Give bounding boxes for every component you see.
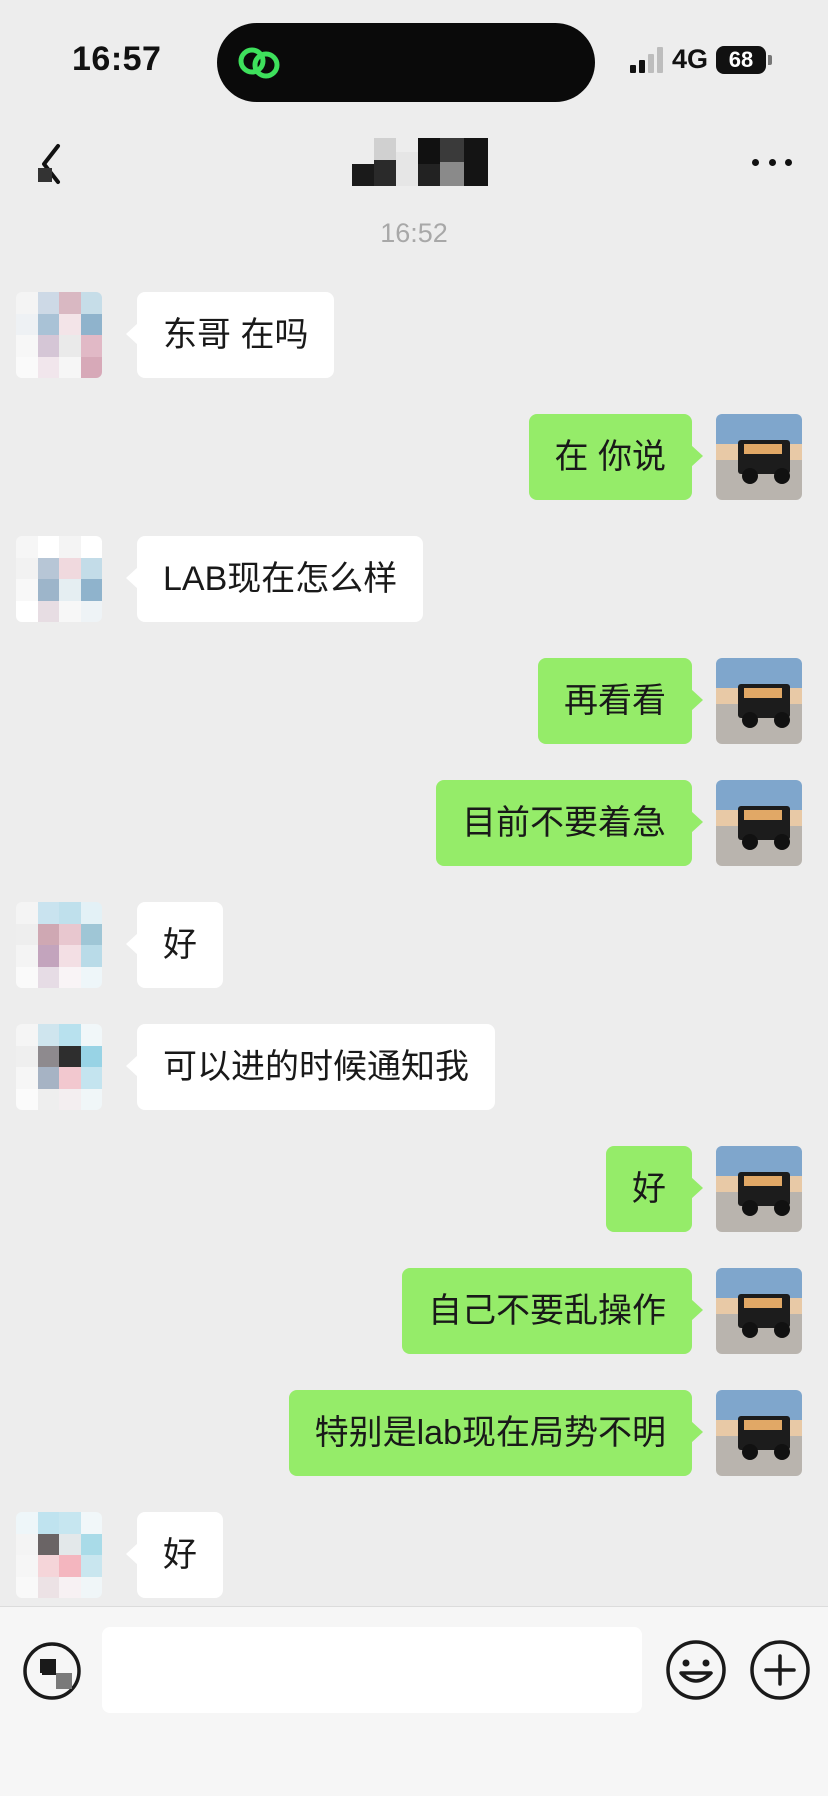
message-row: 好 [0,1512,828,1598]
voice-icon[interactable] [20,1639,84,1703]
my-avatar[interactable] [716,1268,802,1354]
message-row: 目前不要着急 [0,780,828,866]
message-row: 好 [0,1146,828,1232]
signal-icon [629,46,664,73]
my-avatar[interactable] [716,780,802,866]
message-row: LAB现在怎么样 [0,536,828,622]
contact-avatar[interactable] [16,536,102,622]
chat-screen: 16:57 4G 68 16:52 东哥 在吗 在 你说 LAB现在怎么样 再看… [0,0,828,1796]
message-row: 自己不要乱操作 [0,1268,828,1354]
message-timestamp: 16:52 [380,218,448,248]
message-row: 好 [0,902,828,988]
dynamic-island [217,23,595,102]
message-bubble-outgoing[interactable]: 在 你说 [528,414,704,500]
message-bubble-incoming[interactable]: 可以进的时候通知我 [126,1024,495,1110]
plus-icon[interactable] [747,1637,813,1703]
contact-avatar[interactable] [16,292,102,378]
network-type: 4G [671,44,708,74]
message-row: 可以进的时候通知我 [0,1024,828,1110]
chevron-left-icon[interactable] [28,138,80,190]
ellipsis-icon[interactable] [746,140,798,184]
my-avatar[interactable] [716,414,802,500]
chat-nav-bar [0,120,828,208]
my-avatar[interactable] [716,1146,802,1232]
message-bubble-outgoing[interactable]: 目前不要着急 [436,780,703,866]
status-time: 16:57 [72,40,162,78]
contact-avatar[interactable] [16,902,102,988]
message-bubble-incoming[interactable]: 好 [126,902,223,988]
message-bubble-incoming[interactable]: LAB现在怎么样 [125,536,424,622]
emoji-icon[interactable] [663,1637,729,1703]
message-row: 特别是lab现在局势不明 [0,1390,828,1476]
message-bubble-outgoing[interactable]: 特别是lab现在局势不明 [288,1390,704,1476]
message-row: 东哥 在吗 [0,292,828,378]
input-bar [0,1606,828,1796]
message-bubble-outgoing[interactable]: 自己不要乱操作 [402,1268,703,1354]
status-bar: 16:57 4G 68 [0,0,828,120]
contact-avatar[interactable] [16,1512,102,1598]
message-bubble-incoming[interactable]: 东哥 在吗 [125,292,335,378]
battery-icon: 68 [716,45,766,74]
link-icon [238,47,280,79]
message-bubble-incoming[interactable]: 好 [126,1512,223,1598]
my-avatar[interactable] [716,1390,802,1476]
message-bubble-outgoing[interactable]: 再看看 [538,658,703,744]
contact-avatar[interactable] [16,1024,102,1110]
message-row: 再看看 [0,658,828,744]
message-bubble-outgoing[interactable]: 好 [606,1146,703,1232]
chat-title-pixelated [352,138,488,186]
battery-tip [768,54,772,65]
message-row: 在 你说 [0,414,828,500]
message-input[interactable] [102,1627,642,1713]
status-indicators: 4G 68 [629,44,772,75]
my-avatar[interactable] [716,658,802,744]
